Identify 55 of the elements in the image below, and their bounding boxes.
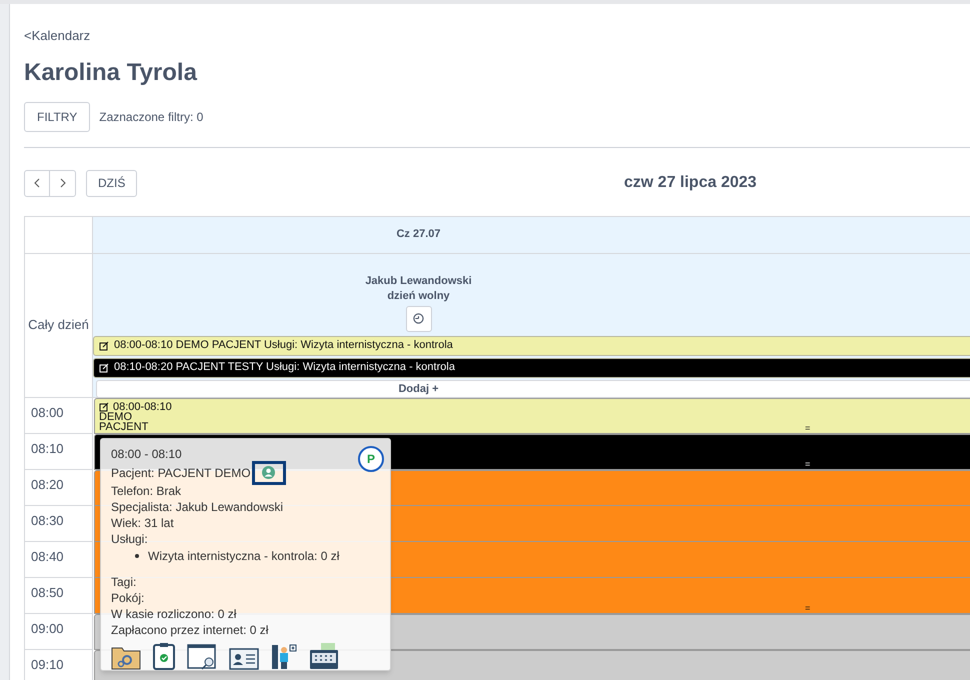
chevron-right-icon [60, 178, 66, 188]
today-button[interactable]: DZIŚ [86, 170, 138, 196]
event-text: PACJENT [99, 422, 148, 432]
time-label: 08:10 [31, 440, 64, 456]
page-title: Karolina Tyrola [24, 58, 198, 88]
detail-text: Usługi: [111, 530, 148, 546]
event-summary: 08:00-08:10 DEMO PACJENT Usługi: Wizyta internistyczna - kontrola [114, 338, 453, 354]
filters-summary: Zaznaczone filtry: 0 [99, 108, 204, 126]
all-day-event[interactable]: 08:00-08:10 DEMO PACJENT Usługi: Wizyta internistyczna - kontrola [93, 336, 970, 356]
specialist-status: dzień wolny [387, 288, 450, 304]
current-date: czw 27 lipca 2023 [624, 173, 757, 193]
person-door-icon[interactable] [271, 642, 297, 670]
all-day-label: Cały dzień [28, 316, 89, 334]
service-text: Wizyta internistyczna - kontrola: 0 zł [148, 548, 340, 564]
patient-name: Pacjent: PACJENT DEMO [111, 464, 251, 480]
time-label: 08:50 [31, 584, 64, 600]
event-time: 08:00-08:10 [113, 402, 172, 412]
window-search-icon[interactable] [187, 644, 217, 670]
resize-handle[interactable]: = [805, 424, 810, 432]
edit-note-icon [99, 402, 109, 412]
all-day-event[interactable]: 08:10-08:20 PACJENT TESTY Usługi: Wizyta internistyczna - kontrola [93, 358, 970, 378]
filters-button[interactable]: FILTRY [24, 102, 90, 132]
time-label: 08:30 [31, 512, 64, 528]
edit-note-icon [99, 340, 109, 350]
day-label: Cz 27.07 [396, 227, 441, 242]
detail-text: Pokój: [111, 590, 144, 606]
clock-icon [413, 313, 424, 324]
status-badge: P [358, 446, 384, 472]
schedule-button[interactable] [406, 306, 432, 332]
appointment-time: 08:00 - 08:10 [111, 446, 182, 462]
time-label: 09:10 [31, 656, 64, 672]
time-label: 08:20 [31, 476, 64, 492]
specialist-name: Jakub Lewandowski [365, 274, 472, 288]
clipboard-check-icon[interactable] [153, 642, 175, 670]
time-label: 08:00 [31, 404, 64, 420]
add-button[interactable]: Dodaj + [96, 380, 970, 398]
detail-text: Specjalista: Jakub Lewandowski [111, 498, 284, 514]
id-card-icon[interactable] [229, 648, 259, 670]
resize-handle[interactable]: = [805, 604, 810, 612]
back-link[interactable]: <Kalendarz [24, 26, 970, 46]
user-icon [262, 466, 276, 479]
time-slot[interactable]: 08:00-08:10 DEMO PACJENT = [94, 398, 970, 434]
time-label: 08:40 [31, 548, 64, 564]
resize-handle[interactable]: = [805, 460, 810, 468]
event-summary: 08:10-08:20 PACJENT TESTY Usługi: Wizyta internistyczna - kontrola [114, 360, 455, 376]
detail-text: Wiek: 31 lat [111, 514, 174, 530]
detail-text: Telefon: Brak [111, 482, 182, 498]
edit-note-icon [99, 362, 109, 372]
cash-register-icon[interactable] [309, 642, 339, 670]
chevron-left-icon [34, 178, 40, 188]
detail-text: Zapłacono przez internet: 0 zł [111, 622, 268, 638]
patient-profile-button[interactable] [252, 460, 286, 484]
bullet-icon [135, 554, 139, 558]
event-text: DEMO [99, 412, 132, 422]
time-label: 09:00 [31, 620, 64, 636]
